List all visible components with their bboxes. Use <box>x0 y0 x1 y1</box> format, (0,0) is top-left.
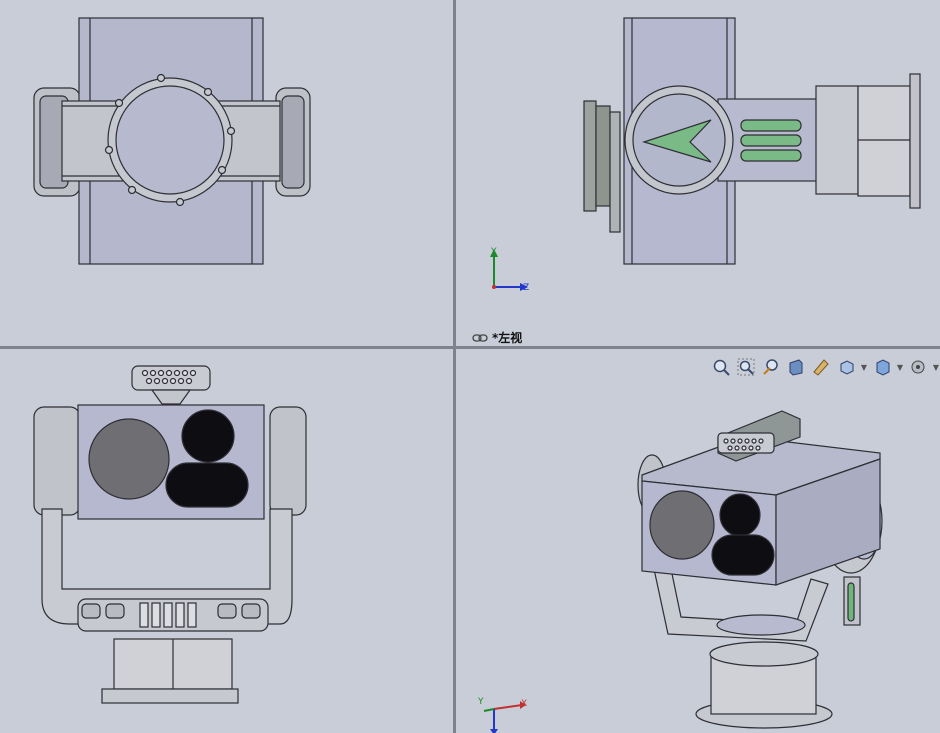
zoom-to-fit-icon[interactable] <box>710 357 732 377</box>
triad-y-label-iso: Y <box>478 697 484 707</box>
view-heads-up-toolbar: ▼ ▼ ▼ <box>710 357 940 377</box>
view-name-text: *左视 <box>492 331 523 345</box>
isometric-view-drawing <box>637 410 883 729</box>
section-view-icon[interactable] <box>785 357 807 377</box>
horizontal-viewport-splitter[interactable] <box>0 346 940 349</box>
display-style-dropdown[interactable]: ▼ <box>860 357 868 377</box>
appearance-dropdown[interactable]: ▼ <box>932 357 940 377</box>
view-name-label: *左视 <box>472 329 522 346</box>
top-view-drawing <box>33 17 311 265</box>
front-view-drawing <box>33 365 307 704</box>
triad-y-label: Y <box>491 247 497 257</box>
link-icon <box>472 333 488 342</box>
vertical-viewport-splitter[interactable] <box>453 0 456 733</box>
previous-view-icon[interactable] <box>760 357 782 377</box>
viewport-bottom-left[interactable] <box>0 349 453 733</box>
view-orientation-icon[interactable] <box>810 357 832 377</box>
hide-show-dropdown[interactable]: ▼ <box>896 357 904 377</box>
viewport-top-right[interactable]: Y Z *左视 <box>456 0 940 346</box>
hide-show-items-icon[interactable] <box>871 357 893 377</box>
viewport-top-left[interactable] <box>0 0 453 346</box>
display-style-icon[interactable] <box>835 357 857 377</box>
triad-x-label-iso: X <box>521 699 528 709</box>
triad-z-label: Z <box>523 283 530 293</box>
edit-appearance-icon[interactable] <box>907 357 929 377</box>
viewport-bottom-right[interactable]: ▼ ▼ ▼ Y X <box>456 349 940 733</box>
zoom-to-area-icon[interactable] <box>735 357 757 377</box>
